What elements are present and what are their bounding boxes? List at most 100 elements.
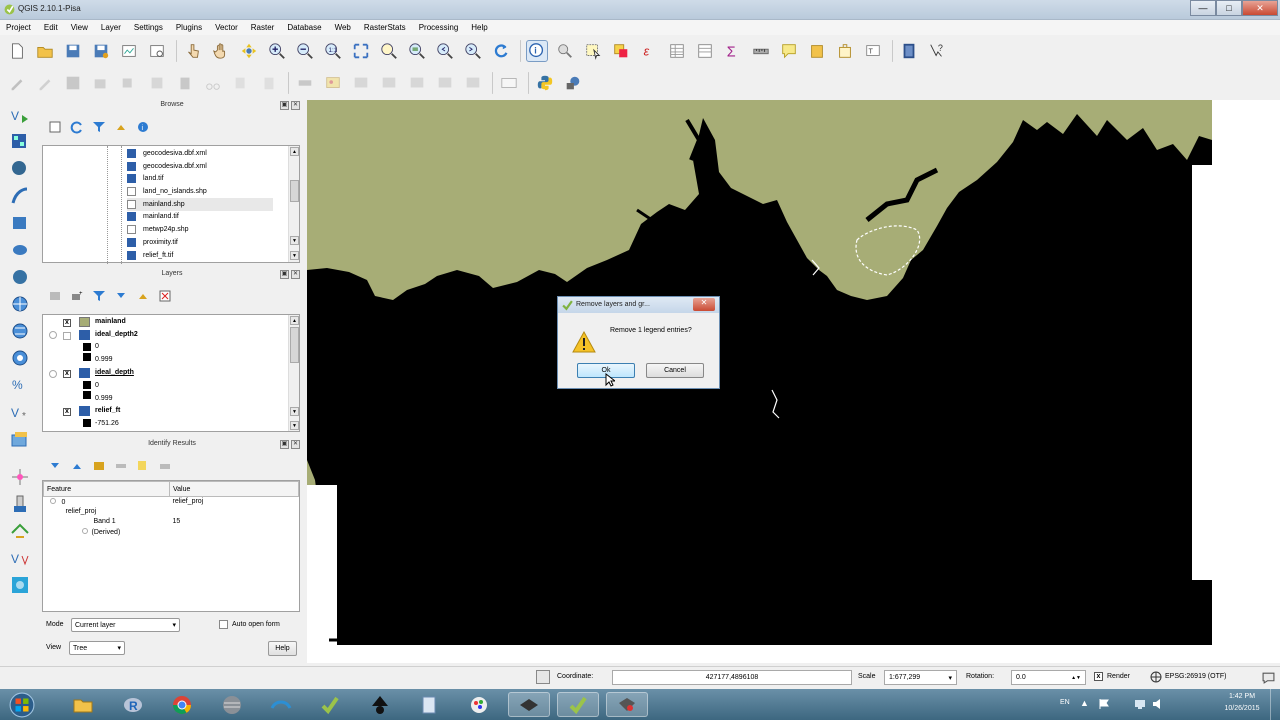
save-as-icon[interactable] (90, 40, 112, 62)
identify-results-table[interactable]: Feature Value 0 relief_proj relief_proj … (42, 480, 300, 612)
zoom-last-icon[interactable] (434, 40, 456, 62)
add-spatialite-layer-icon[interactable] (8, 184, 32, 208)
menu-web[interactable]: Web (335, 23, 351, 32)
browser-item[interactable]: proximity.tif (127, 236, 178, 249)
print-results-icon[interactable] (158, 459, 172, 473)
tray-flag-icon[interactable] (1098, 698, 1110, 710)
browser-item[interactable]: metwp24p.shp (127, 223, 189, 236)
scroll-down-arrow[interactable]: ▼ (290, 407, 299, 416)
menu-help[interactable]: Help (471, 23, 487, 32)
clear-results-icon[interactable] (114, 459, 128, 473)
scroll-down-arrow[interactable]: ▼ (290, 236, 299, 245)
menu-vector[interactable]: Vector (215, 23, 238, 32)
layer-visibility-checkbox[interactable]: x (63, 370, 71, 378)
tray-volume-icon[interactable] (1152, 698, 1164, 710)
dialog-close-button[interactable]: ✕ (693, 298, 715, 311)
close-panel-icon[interactable]: ✕ (291, 440, 300, 449)
taskbar-r[interactable]: R (112, 692, 154, 717)
minimize-button[interactable]: — (1190, 0, 1216, 16)
float-panel-icon[interactable]: ▣ (280, 270, 289, 279)
layer-style-icon[interactable] (48, 289, 62, 303)
add-vector-geometry-icon[interactable]: V (8, 546, 32, 570)
table-row[interactable]: relief_proj (44, 507, 299, 517)
tray-network-icon[interactable] (1134, 698, 1146, 710)
show-desktop-button[interactable] (1270, 689, 1280, 720)
zoom-next-icon[interactable] (462, 40, 484, 62)
crs-label[interactable]: EPSG:26919 (OTF) (1165, 673, 1226, 680)
print-composer-icon[interactable] (118, 40, 140, 62)
scroll-up-arrow[interactable]: ▲ (290, 147, 299, 156)
start-button[interactable] (4, 691, 40, 719)
menu-plugins[interactable]: Plugins (176, 23, 202, 32)
add-delimited-text-icon[interactable]: % (8, 373, 32, 397)
expand-new-results-icon[interactable] (92, 459, 106, 473)
expression-select-icon[interactable]: ε (638, 40, 660, 62)
highlight-labels-icon[interactable] (350, 72, 372, 94)
browser-item[interactable]: mainland.tif (127, 210, 179, 223)
clock-time[interactable]: 1:42 PM (1222, 693, 1262, 700)
csw-icon[interactable] (498, 72, 520, 94)
save-edits-icon[interactable] (62, 72, 84, 94)
layers-scrollbar[interactable]: ▲ ▼ ▼ (288, 315, 299, 431)
cut-features-icon[interactable] (202, 72, 224, 94)
expand-toggle[interactable] (49, 370, 57, 378)
gps-tool-icon[interactable] (8, 492, 32, 516)
add-feature-icon[interactable] (90, 72, 112, 94)
scroll-up-arrow[interactable]: ▲ (290, 316, 299, 325)
enable-properties-icon[interactable]: i (136, 120, 150, 134)
composer-manager-icon[interactable] (146, 40, 168, 62)
render-checkbox[interactable]: x (1094, 672, 1103, 681)
collapse-all-icon[interactable] (136, 289, 150, 303)
table-row[interactable]: 0 relief_proj (44, 497, 299, 507)
add-db2-layer-icon[interactable] (8, 265, 32, 289)
zoom-to-selection-icon[interactable] (378, 40, 400, 62)
taskbar-explorer[interactable] (62, 692, 104, 717)
add-selected-layer-icon[interactable] (48, 120, 62, 134)
toggle-extents-icon[interactable] (536, 670, 550, 684)
menu-edit[interactable]: Edit (44, 23, 58, 32)
browser-item[interactable]: geocodesiva.dbf.xml (127, 147, 207, 160)
run-feature-action-icon[interactable] (554, 40, 576, 62)
node-tool-icon[interactable] (146, 72, 168, 94)
move-feature-icon[interactable] (118, 72, 140, 94)
zoom-to-layer-icon[interactable] (406, 40, 428, 62)
python-console-icon[interactable] (534, 72, 556, 94)
view-select[interactable]: Tree ▾ (69, 641, 125, 655)
map-tips-icon[interactable] (778, 40, 800, 62)
float-panel-icon[interactable]: ▣ (280, 101, 289, 110)
expand-toggle[interactable] (81, 527, 88, 534)
layer-visibility-checkbox[interactable]: x (63, 319, 71, 327)
refresh-browser-icon[interactable] (70, 120, 84, 134)
expand-all-icon[interactable] (114, 289, 128, 303)
menu-settings[interactable]: Settings (134, 23, 163, 32)
map-canvas[interactable] (307, 100, 1280, 663)
add-layer-group-icon[interactable] (8, 427, 32, 451)
current-edits-icon[interactable] (6, 72, 28, 94)
add-group-icon[interactable]: + (70, 289, 84, 303)
browser-item-selected[interactable]: mainland.shp (127, 198, 273, 211)
digitize-point-icon[interactable] (8, 465, 32, 489)
add-postgis-layer-icon[interactable] (8, 157, 32, 181)
add-raster-layer-icon[interactable] (8, 130, 32, 154)
measure-line-icon[interactable] (750, 40, 772, 62)
show-bookmarks-icon[interactable] (834, 40, 856, 62)
collapse-tree-icon[interactable] (70, 459, 84, 473)
messages-icon[interactable] (1262, 671, 1275, 684)
processing-toolbox-icon[interactable] (562, 72, 584, 94)
menu-layer[interactable]: Layer (101, 23, 121, 32)
change-label-icon[interactable] (434, 72, 456, 94)
heatmap-plugin-icon[interactable] (8, 573, 32, 597)
layers-tree[interactable]: x mainland ideal_depth2 0 0.999 x ideal_… (42, 314, 300, 432)
filter-legend-icon[interactable] (92, 289, 106, 303)
filter-browser-icon[interactable] (92, 120, 106, 134)
browser-scrollbar[interactable]: ▲ ▼ ▼ (288, 146, 299, 262)
new-bookmark-icon[interactable] (806, 40, 828, 62)
maximize-button[interactable]: □ (1216, 0, 1242, 16)
expand-toggle[interactable] (49, 331, 57, 339)
taskbar-app[interactable] (309, 692, 351, 717)
add-mssql-layer-icon[interactable] (8, 211, 32, 235)
mode-select[interactable]: Current layer ▾ (71, 618, 180, 632)
close-panel-icon[interactable]: ✕ (291, 270, 300, 279)
close-window-button[interactable]: ✕ (1242, 0, 1278, 16)
collapse-all-icon[interactable] (114, 120, 128, 134)
